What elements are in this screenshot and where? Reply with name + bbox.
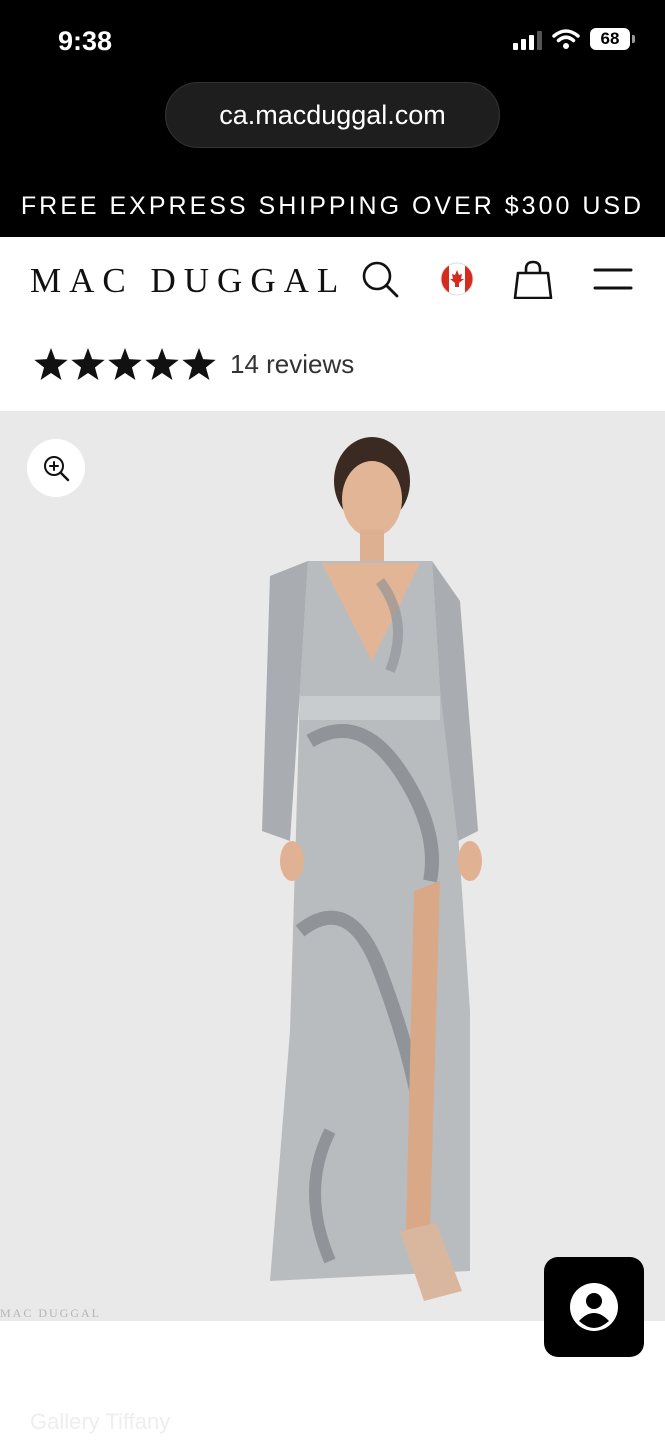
star-icon (34, 348, 68, 380)
status-icons: 68 (513, 28, 635, 50)
chat-user-icon (570, 1283, 618, 1331)
browser-top-bar: 9:38 68 ca.macduggal.com (0, 0, 665, 176)
reviews-summary[interactable]: 14 reviews (34, 348, 354, 380)
url-bar[interactable]: ca.macduggal.com (165, 82, 500, 148)
star-icon (71, 348, 105, 380)
star-icon (145, 348, 179, 380)
star-icon (108, 348, 142, 380)
product-image[interactable]: MAC DUGGAL (0, 411, 665, 1321)
canada-flag-icon[interactable] (435, 257, 479, 301)
signal-icon (513, 28, 542, 50)
menu-icon[interactable] (591, 257, 635, 301)
shopping-bag-icon[interactable] (511, 257, 555, 301)
site-logo[interactable]: MAC DUGGAL (30, 261, 346, 301)
battery-icon: 68 (590, 28, 635, 50)
faded-product-text: Gallery Tiffany (30, 1409, 171, 1434)
battery-level: 68 (590, 28, 630, 50)
star-icon (182, 348, 216, 380)
status-time: 9:38 (58, 26, 113, 56)
zoom-in-icon (44, 456, 70, 482)
reviews-count[interactable]: 14 reviews (230, 349, 354, 380)
shipping-banner[interactable]: FREE EXPRESS SHIPPING OVER $300 USD (0, 176, 665, 237)
zoom-button[interactable] (27, 439, 85, 497)
search-icon[interactable] (358, 257, 402, 301)
star-rating (34, 348, 216, 380)
wifi-icon (552, 29, 580, 49)
site-header: MAC DUGGAL (0, 237, 665, 322)
chat-button[interactable] (544, 1257, 644, 1357)
image-watermark: MAC DUGGAL (0, 1306, 101, 1320)
product-photo (262, 437, 482, 1301)
